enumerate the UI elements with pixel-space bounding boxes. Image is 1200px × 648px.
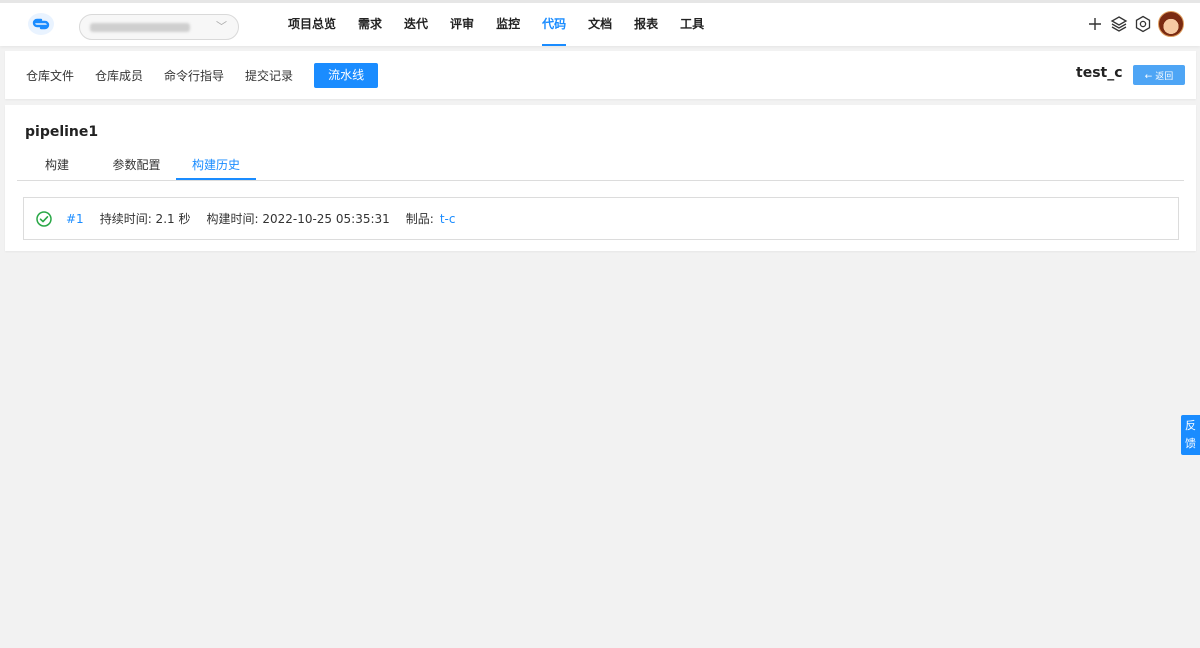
repo-subbar: 仓库文件 仓库成员 命令行指导 提交记录 流水线 test_c ← 返回 [5, 51, 1196, 99]
subnav-commit-history[interactable]: 提交记录 [245, 64, 293, 88]
project-name-blurred [90, 23, 190, 32]
logo-icon[interactable] [27, 12, 55, 36]
layers-icon[interactable] [1110, 11, 1128, 37]
nav-item-reports[interactable]: 报表 [623, 3, 669, 46]
feedback-button[interactable]: 反 馈 [1181, 415, 1200, 455]
nav-item-review[interactable]: 评审 [439, 3, 485, 46]
nav-item-requirements[interactable]: 需求 [347, 3, 393, 46]
repo-subnav: 仓库文件 仓库成员 命令行指导 提交记录 流水线 [26, 63, 379, 88]
nav-item-tools[interactable]: 工具 [669, 3, 715, 46]
tab-params[interactable]: 参数配置 [97, 152, 176, 180]
chevron-down-icon: ﹀ [216, 20, 227, 33]
tab-build-history[interactable]: 构建历史 [176, 152, 256, 180]
subnav-repo-members[interactable]: 仓库成员 [95, 64, 143, 88]
top-tools [1080, 11, 1184, 37]
settings-icon[interactable] [1134, 11, 1152, 37]
nav-item-iterations[interactable]: 迭代 [393, 3, 439, 46]
repo-name: test_c [1076, 65, 1123, 81]
pipeline-tabs: 构建 参数配置 构建历史 [17, 152, 1184, 181]
build-history-row[interactable]: #1 持续时间: 2.1 秒 构建时间: 2022-10-25 05:35:31… [23, 197, 1179, 240]
subnav-pipeline[interactable]: 流水线 [314, 63, 379, 88]
top-navbar: ﹀ 项目总览 需求 迭代 评审 监控 代码 文档 报表 工具 [0, 0, 1200, 46]
plus-icon[interactable] [1086, 11, 1104, 37]
subnav-repo-files[interactable]: 仓库文件 [26, 64, 74, 88]
feedback-label-1: 反 [1185, 419, 1196, 432]
artifact-link[interactable]: t-c [440, 212, 456, 226]
back-button[interactable]: ← 返回 [1133, 65, 1185, 85]
pipeline-title: pipeline1 [25, 124, 99, 140]
main-nav: 项目总览 需求 迭代 评审 监控 代码 文档 报表 工具 [277, 3, 715, 46]
nav-item-monitor[interactable]: 监控 [485, 3, 531, 46]
nav-item-docs[interactable]: 文档 [577, 3, 623, 46]
artifact-label: 制品: [405, 212, 434, 226]
tab-build[interactable]: 构建 [17, 152, 97, 180]
project-selector[interactable]: ﹀ [79, 14, 239, 40]
subnav-cli-guide[interactable]: 命令行指导 [164, 64, 224, 88]
avatar[interactable] [1158, 11, 1184, 37]
pipeline-card: pipeline1 构建 参数配置 构建历史 #1 持续时间: 2.1 秒 构建… [5, 105, 1196, 251]
success-check-icon [36, 210, 52, 227]
nav-item-overview[interactable]: 项目总览 [277, 3, 347, 46]
build-number-link[interactable]: #1 [66, 212, 84, 226]
build-duration: 持续时间: 2.1 秒 [99, 212, 191, 226]
build-time: 构建时间: 2022-10-25 05:35:31 [206, 212, 390, 226]
nav-item-code[interactable]: 代码 [531, 3, 577, 46]
feedback-label-2: 馈 [1185, 437, 1196, 450]
